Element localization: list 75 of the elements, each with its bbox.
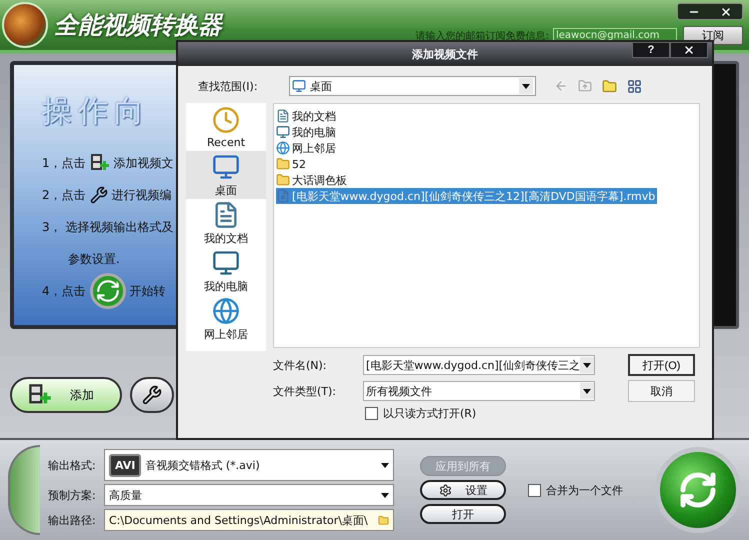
view-menu-icon[interactable] bbox=[627, 78, 642, 94]
step-number: 2，点击 bbox=[42, 186, 86, 204]
look-in-select[interactable]: 桌面 bbox=[289, 76, 536, 96]
help-button[interactable]: ? bbox=[632, 42, 670, 58]
step-number: 1，点击 bbox=[42, 154, 86, 172]
path-field[interactable]: C:\Documents and Settings\Administrator\桌面\ bbox=[104, 509, 394, 531]
format-select[interactable]: AVI 音视频交错格式 (*.avi) bbox=[104, 449, 394, 481]
file-name-label: 文件名(N): bbox=[273, 358, 328, 372]
merge-checkbox[interactable] bbox=[528, 484, 541, 496]
step-number: 4，点击 bbox=[42, 282, 86, 300]
close-icon bbox=[720, 6, 732, 18]
file-type-select[interactable]: 所有视频文件 bbox=[363, 381, 595, 401]
clock-icon bbox=[212, 106, 240, 134]
document-icon bbox=[276, 109, 290, 123]
avi-badge: AVI bbox=[109, 454, 142, 476]
desktop-icon bbox=[212, 152, 240, 180]
wizard-title: 操作向 bbox=[42, 93, 150, 131]
dropdown-arrow-icon[interactable] bbox=[381, 462, 389, 468]
file-item[interactable]: 网上邻居 bbox=[276, 140, 338, 156]
network-icon bbox=[212, 296, 240, 324]
new-folder-icon[interactable] bbox=[602, 78, 617, 94]
gear-icon bbox=[438, 484, 452, 496]
file-item[interactable]: [电影天堂www.dygod.cn][仙剑奇侠传三之12][高清DVD国语字幕].rmvb bbox=[276, 188, 658, 204]
read-only-checkbox[interactable] bbox=[365, 407, 378, 420]
dropdown-arrow-icon[interactable] bbox=[583, 388, 591, 394]
read-only-label: 以只读方式打开(R) bbox=[383, 406, 476, 421]
computer-icon bbox=[276, 125, 290, 139]
look-in-label: 查找范围(I): bbox=[197, 78, 259, 94]
place-item[interactable]: 网上邻居 bbox=[186, 295, 266, 343]
open-button[interactable]: 打开(O) bbox=[628, 354, 695, 376]
wrench-icon bbox=[142, 385, 162, 405]
merge-label: 合并为一个文件 bbox=[546, 482, 623, 498]
file-item[interactable]: 52 bbox=[276, 156, 308, 172]
step-text: 开始转 bbox=[130, 282, 166, 300]
refresh-icon bbox=[90, 273, 126, 309]
step-text: 参数设置. bbox=[68, 250, 120, 268]
step-text: 进行视频编 bbox=[112, 186, 172, 204]
place-item[interactable]: 桌面 bbox=[186, 151, 266, 199]
dropdown-arrow-icon[interactable] bbox=[583, 362, 592, 368]
app-title: 全能视频转换器 bbox=[54, 10, 222, 41]
network-icon bbox=[276, 141, 290, 155]
settings-button[interactable]: 设置 bbox=[420, 480, 506, 500]
folder-icon bbox=[276, 173, 290, 187]
add-button[interactable]: 添加 bbox=[10, 377, 122, 413]
edit-button[interactable] bbox=[130, 377, 174, 413]
preset-label: 预制方案: bbox=[48, 488, 97, 502]
close-icon bbox=[683, 44, 695, 56]
file-item[interactable]: 我的文档 bbox=[276, 108, 338, 124]
logo-icon bbox=[2, 2, 48, 48]
folder-icon bbox=[276, 157, 290, 171]
path-label: 输出路径: bbox=[48, 512, 97, 528]
preset-select[interactable]: 高质量 bbox=[104, 484, 394, 506]
cancel-button[interactable]: 取消 bbox=[628, 380, 695, 402]
dropdown-arrow-icon[interactable] bbox=[522, 84, 530, 88]
step-number: 3， bbox=[42, 218, 62, 236]
format-label: 输出格式: bbox=[48, 458, 97, 472]
computer-icon bbox=[212, 248, 240, 276]
open-button[interactable]: 打开 bbox=[420, 504, 506, 524]
dialog-title: 添加视频文件 bbox=[412, 46, 478, 62]
video-file-icon bbox=[276, 189, 290, 203]
wrench-icon bbox=[90, 186, 108, 204]
dropdown-arrow-icon[interactable] bbox=[381, 492, 389, 498]
refresh-icon bbox=[678, 470, 718, 510]
file-type-label: 文件类型(T): bbox=[273, 384, 338, 398]
file-item[interactable]: 我的电脑 bbox=[276, 124, 338, 140]
file-item[interactable]: 大话调色板 bbox=[276, 172, 349, 188]
place-item[interactable]: Recent bbox=[186, 103, 266, 151]
film-plus-icon bbox=[90, 153, 110, 173]
desktop-icon bbox=[292, 79, 306, 93]
place-item[interactable]: 我的电脑 bbox=[186, 247, 266, 295]
step-text: 选择视频输出格式及 bbox=[66, 218, 174, 236]
place-item[interactable]: 我的文档 bbox=[186, 199, 266, 247]
file-name-field[interactable]: [电影天堂www.dygod.cn][仙剑奇侠传三之 bbox=[363, 355, 595, 375]
close-button[interactable] bbox=[670, 42, 708, 58]
step-text: 添加视频文 bbox=[114, 154, 174, 172]
